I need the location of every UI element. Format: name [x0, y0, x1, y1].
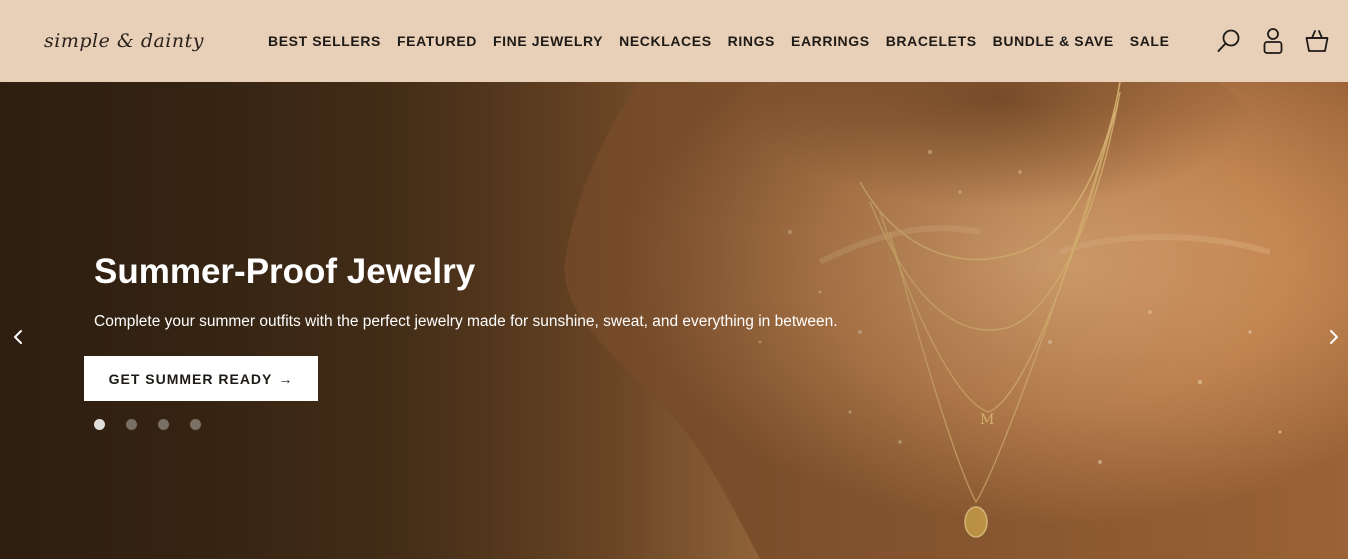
nav-item-featured[interactable]: FEATURED [397, 33, 477, 49]
slideshow-prev-button[interactable] [8, 326, 28, 348]
chevron-right-icon [1330, 330, 1338, 344]
hero-title: Summer-Proof Jewelry [94, 252, 476, 291]
hero-subtitle: Complete your summer outfits with the pe… [94, 313, 838, 330]
slide-dot-2[interactable] [126, 419, 137, 430]
nav-item-rings[interactable]: RINGS [728, 33, 775, 49]
slide-dot-3[interactable] [158, 419, 169, 430]
cart-button[interactable] [1304, 26, 1330, 56]
header-actions [1216, 26, 1330, 56]
nav-item-necklaces[interactable]: NECKLACES [619, 33, 712, 49]
nav-item-bracelets[interactable]: BRACELETS [886, 33, 977, 49]
hero-slideshow: M Summer-Proof Jewelry Complete your sum… [0, 82, 1348, 559]
slide-dot-4[interactable] [190, 419, 201, 430]
slide-dot-1[interactable] [94, 419, 105, 430]
brand-logo[interactable]: simple & dainty [40, 24, 240, 64]
site-header: simple & dainty BEST SELLERS FEATURED FI… [0, 0, 1348, 82]
nav-item-best-sellers[interactable]: BEST SELLERS [268, 33, 381, 49]
account-button[interactable] [1260, 26, 1286, 56]
main-nav: BEST SELLERS FEATURED FINE JEWELRY NECKL… [268, 31, 1170, 51]
search-button[interactable] [1216, 26, 1242, 56]
nav-item-fine-jewelry[interactable]: FINE JEWELRY [493, 33, 603, 49]
account-icon [1263, 28, 1283, 54]
slideshow-pagination [94, 419, 201, 430]
nav-item-sale[interactable]: SALE [1130, 33, 1170, 49]
get-summer-ready-button[interactable]: GET SUMMER READY → [84, 356, 318, 401]
cart-icon [1305, 30, 1329, 52]
chevron-left-icon [14, 330, 22, 344]
slideshow-next-button[interactable] [1324, 326, 1344, 348]
arrow-right-icon: → [278, 370, 294, 387]
brand-logo-text: simple & dainty [44, 30, 204, 52]
nav-item-earrings[interactable]: EARRINGS [791, 33, 870, 49]
search-icon [1217, 29, 1240, 52]
cta-label: GET SUMMER READY [108, 370, 273, 387]
nav-item-bundle-save[interactable]: BUNDLE & SAVE [993, 33, 1114, 49]
